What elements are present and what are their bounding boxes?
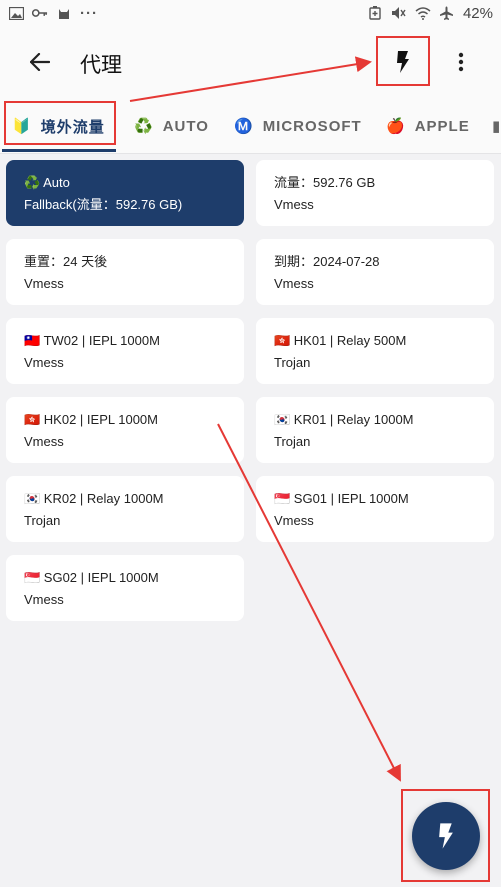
tab-partial-icon: ▮ bbox=[492, 118, 501, 135]
proxy-type: Trojan bbox=[274, 434, 311, 449]
proxy-card[interactable]: 🇸🇬 SG02 | IEPL 1000M Vmess bbox=[6, 555, 244, 621]
proxy-name: 🇭🇰 HK02 | IEPL 1000M bbox=[24, 412, 158, 427]
proxy-type: Vmess bbox=[24, 434, 64, 449]
arrow-left-icon bbox=[30, 53, 50, 71]
proxy-card-auto[interactable]: ♻️ Auto Fallback(流量：592.76 GB) bbox=[6, 160, 244, 226]
wifi-icon bbox=[415, 5, 431, 21]
recycle-icon: ♻️ bbox=[134, 118, 154, 135]
proxy-type: Vmess bbox=[24, 592, 64, 607]
proxy-type: Fallback(流量：592.76 GB) bbox=[24, 197, 183, 212]
proxy-name: 流量：592.76 GB bbox=[274, 175, 376, 190]
tab-apple[interactable]: 🍎 APPLE bbox=[386, 106, 470, 146]
gallery-icon bbox=[8, 5, 24, 21]
proxy-type: Vmess bbox=[274, 197, 314, 212]
lightning-icon bbox=[439, 823, 453, 849]
apple-icon: 🍎 bbox=[386, 118, 406, 135]
proxy-card[interactable]: 🇸🇬 SG01 | IEPL 1000M Vmess bbox=[256, 476, 494, 542]
proxy-type: Vmess bbox=[24, 276, 64, 291]
battery-saver-icon bbox=[367, 5, 383, 21]
proxy-name: 🇸🇬 SG02 | IEPL 1000M bbox=[24, 570, 159, 585]
proxy-name: 🇰🇷 KR01 | Relay 1000M bbox=[274, 412, 414, 427]
latency-test-button[interactable] bbox=[378, 38, 428, 86]
proxy-card[interactable]: 到期：2024-07-28 Vmess bbox=[256, 239, 494, 305]
battery-percent: 42% bbox=[462, 4, 493, 22]
proxy-card[interactable]: 🇰🇷 KR02 | Relay 1000M Trojan bbox=[6, 476, 244, 542]
tab-indicator bbox=[2, 149, 116, 152]
latency-test-fab[interactable] bbox=[412, 802, 480, 870]
cat-icon bbox=[56, 5, 72, 21]
proxy-card[interactable]: 🇹🇼 TW02 | IEPL 1000M Vmess bbox=[6, 318, 244, 384]
proxy-name: 🇭🇰 HK01 | Relay 500M bbox=[274, 333, 407, 348]
proxy-name: 🇰🇷 KR02 | Relay 1000M bbox=[24, 491, 164, 506]
proxy-card[interactable]: 🇰🇷 KR01 | Relay 1000M Trojan bbox=[256, 397, 494, 463]
proxy-name: ♻️ Auto bbox=[24, 175, 70, 190]
app-bar: 代理 bbox=[0, 26, 501, 98]
status-bar: ··· 42% bbox=[0, 0, 501, 26]
tab-auto[interactable]: ♻️ AUTO bbox=[134, 106, 209, 146]
proxy-type: Trojan bbox=[274, 355, 311, 370]
mute-icon bbox=[391, 5, 407, 21]
tab-microsoft[interactable]: Ⓜ️ MICROSOFT bbox=[234, 106, 362, 146]
beginner-icon: 🔰 bbox=[12, 118, 32, 135]
proxy-card[interactable]: 🇭🇰 HK01 | Relay 500M Trojan bbox=[256, 318, 494, 384]
group-tabs: 🔰 境外流量 ♻️ AUTO Ⓜ️ MICROSOFT 🍎 APPLE ▮ bbox=[0, 98, 501, 154]
status-left: ··· bbox=[8, 5, 98, 22]
tab-label: 境外流量 bbox=[40, 118, 105, 136]
proxy-name: 到期：2024-07-28 bbox=[274, 254, 380, 269]
proxy-type: Trojan bbox=[24, 513, 61, 528]
m-circle-icon: Ⓜ️ bbox=[234, 118, 254, 135]
proxy-card[interactable]: 流量：592.76 GB Vmess bbox=[256, 160, 494, 226]
proxy-type: Vmess bbox=[274, 513, 314, 528]
status-right: 42% bbox=[367, 5, 493, 22]
tab-label: AUTO bbox=[162, 117, 209, 135]
more-vertical-icon bbox=[458, 52, 464, 72]
more-notifications-icon: ··· bbox=[80, 4, 98, 22]
proxy-name: 重置：24 天後 bbox=[24, 254, 108, 269]
page-title: 代理 bbox=[80, 54, 122, 77]
tab-overseas-traffic[interactable]: 🔰 境外流量 bbox=[12, 106, 105, 146]
proxy-name: 🇹🇼 TW02 | IEPL 1000M bbox=[24, 333, 160, 348]
more-options-button[interactable] bbox=[446, 44, 476, 80]
tab-label: MICROSOFT bbox=[262, 117, 362, 135]
tab-next-partial[interactable]: ▮ bbox=[492, 106, 501, 146]
back-button[interactable] bbox=[22, 44, 58, 80]
airplane-icon bbox=[439, 5, 455, 21]
proxy-type: Vmess bbox=[24, 355, 64, 370]
proxy-name: 🇸🇬 SG01 | IEPL 1000M bbox=[274, 491, 409, 506]
lightning-icon bbox=[397, 51, 409, 73]
tab-label: APPLE bbox=[414, 117, 470, 135]
proxy-type: Vmess bbox=[274, 276, 314, 291]
key-icon bbox=[32, 5, 48, 21]
proxy-card[interactable]: 重置：24 天後 Vmess bbox=[6, 239, 244, 305]
proxy-card[interactable]: 🇭🇰 HK02 | IEPL 1000M Vmess bbox=[6, 397, 244, 463]
